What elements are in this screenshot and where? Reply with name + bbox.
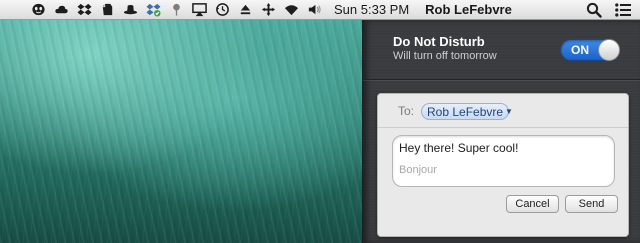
pin-icon[interactable]: [168, 2, 184, 18]
menu-bar: Sun 5:33 PM Rob LeFebvre: [0, 0, 640, 20]
cancel-button[interactable]: Cancel: [506, 195, 559, 213]
airplay-icon[interactable]: [191, 2, 207, 18]
do-not-disturb-title: Do Not Disturb: [393, 34, 485, 49]
spotlight-search-icon[interactable]: [586, 2, 602, 18]
do-not-disturb-toggle[interactable]: ON: [560, 39, 620, 61]
message-input[interactable]: Hey there! Super cool! Bonjour: [392, 135, 615, 187]
send-button[interactable]: Send: [565, 195, 618, 213]
notification-center-icon[interactable]: [615, 2, 631, 17]
move-icon[interactable]: [260, 2, 276, 18]
do-not-disturb-subtitle: Will turn off tomorrow: [393, 50, 497, 62]
toggle-state-label: ON: [571, 43, 589, 57]
menubar-user-name[interactable]: Rob LeFebvre: [425, 2, 512, 17]
message-text: Hey there! Super cool!: [399, 141, 519, 155]
alien-icon[interactable]: [30, 2, 46, 18]
notification-center-panel: Do Not Disturb Will turn off tomorrow ON…: [362, 20, 640, 243]
volume-icon[interactable]: [306, 2, 322, 18]
time-machine-icon[interactable]: [214, 2, 230, 18]
desktop-wallpaper: [0, 20, 362, 243]
panel-divider: [363, 79, 640, 80]
to-row: To: Rob LeFebvre ▼: [378, 94, 628, 128]
hat-icon[interactable]: [122, 2, 138, 18]
share-message-card: To: Rob LeFebvre ▼ Hey there! Super cool…: [377, 93, 629, 237]
dropbox-icon[interactable]: [76, 2, 92, 18]
message-placeholder: Bonjour: [399, 164, 437, 176]
dropbox-sync-icon[interactable]: [145, 2, 161, 18]
cloud-icon[interactable]: [53, 2, 69, 18]
toggle-knob[interactable]: [598, 39, 620, 61]
wifi-icon[interactable]: [283, 2, 299, 18]
chevron-down-icon: ▼: [505, 107, 513, 116]
menubar-clock[interactable]: Sun 5:33 PM: [334, 2, 409, 17]
recipient-token[interactable]: Rob LeFebvre ▼: [421, 103, 513, 120]
eject-icon[interactable]: [237, 2, 253, 18]
evernote-icon[interactable]: [99, 2, 115, 18]
recipient-name: Rob LeFebvre: [427, 104, 504, 119]
to-label: To:: [398, 104, 415, 118]
menubar-right-group: [586, 2, 640, 18]
